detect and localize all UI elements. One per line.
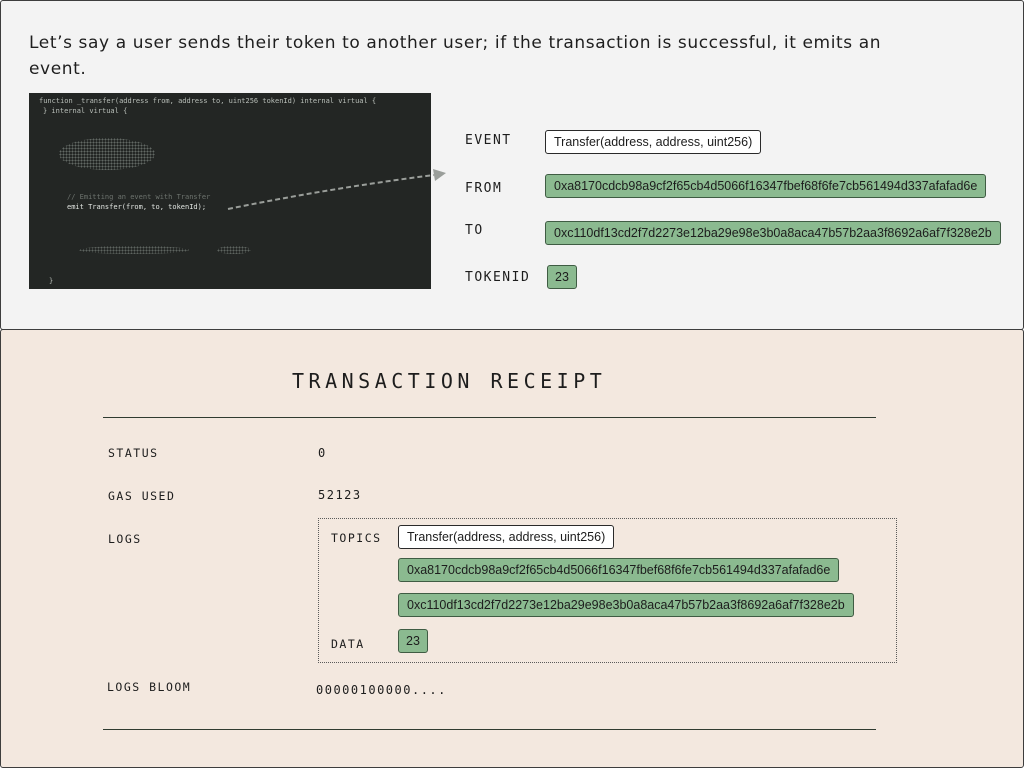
code-line-function: function _transfer(address from, address… bbox=[39, 97, 377, 105]
data-label: DATA bbox=[331, 637, 365, 651]
tokenid-label: TOKENID bbox=[465, 270, 531, 285]
status-label: STATUS bbox=[108, 446, 159, 460]
topic-event-signature: Transfer(address, address, uint256) bbox=[398, 525, 615, 549]
to-label: TO bbox=[465, 223, 484, 238]
code-line-emit: emit Transfer(from, to, tokenId); bbox=[67, 203, 207, 211]
blurred-code-block bbox=[59, 138, 155, 170]
code-line-internal: } internal virtual { bbox=[43, 107, 128, 115]
gas-used-value: 52123 bbox=[318, 488, 362, 502]
from-label: FROM bbox=[465, 181, 503, 196]
logs-label: LOGS bbox=[108, 532, 142, 546]
receipt-top-divider bbox=[103, 417, 876, 418]
event-label: EVENT bbox=[465, 133, 512, 148]
to-address: 0xc110df13cd2f7d2273e12ba29e98e3b0a8aca4… bbox=[545, 221, 1001, 245]
emit-arrow-icon bbox=[227, 169, 446, 210]
topic-to-address: 0xc110df13cd2f7d2273e12ba29e98e3b0a8aca4… bbox=[398, 593, 854, 617]
blurred-code-line-short bbox=[217, 246, 251, 254]
from-address: 0xa8170cdcb98a9cf2f65cb4d5066f16347fbef6… bbox=[545, 174, 987, 198]
code-line-close: } bbox=[49, 277, 54, 285]
status-value: 0 bbox=[318, 446, 327, 460]
data-value: 23 bbox=[398, 629, 428, 653]
event-value: Transfer(address, address, uint256) bbox=[545, 130, 762, 154]
receipt-bottom-divider bbox=[103, 729, 876, 730]
tokenid-value: 23 bbox=[547, 265, 577, 289]
intro-text: Let’s say a user sends their token to an… bbox=[29, 33, 882, 79]
code-line-comment: // Emitting an event with Transfer bbox=[67, 193, 211, 201]
receipt-title: TRANSACTION RECEIPT bbox=[292, 369, 607, 393]
blurred-code-line bbox=[79, 246, 189, 254]
logs-bloom-label: LOGS BLOOM bbox=[107, 680, 192, 694]
topics-label: TOPICS bbox=[331, 531, 382, 545]
topic-from-address: 0xa8170cdcb98a9cf2f65cb4d5066f16347fbef6… bbox=[398, 558, 840, 582]
logs-bloom-value: 00000100000.... bbox=[316, 683, 447, 697]
gas-used-label: GAS USED bbox=[108, 489, 176, 503]
